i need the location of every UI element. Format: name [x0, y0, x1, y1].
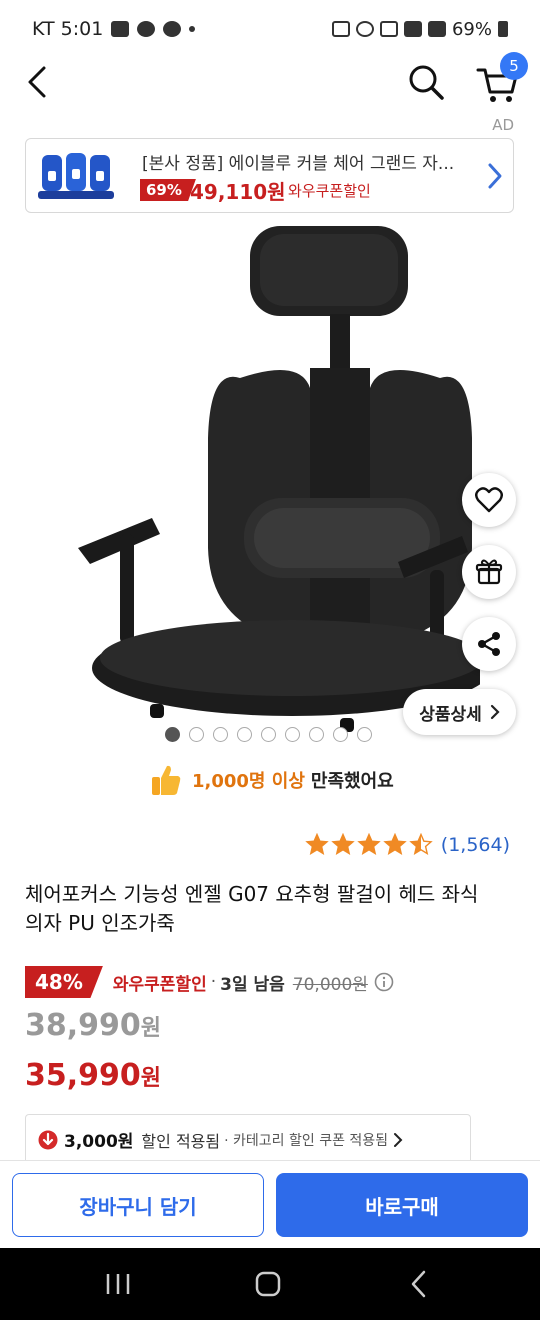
days-left: 3일 남음: [220, 974, 285, 995]
bottom-action-bar: 장바구니 담기 바로구매: [0, 1160, 540, 1248]
alarm-icon: [355, 21, 374, 37]
battery-level: 69%: [451, 18, 492, 40]
info-icon[interactable]: [374, 972, 394, 992]
carousel-dot[interactable]: [261, 727, 276, 742]
product-image-chair[interactable]: [60, 218, 480, 738]
ad-product-thumbnail: [34, 145, 118, 207]
chevron-right-icon: [394, 1132, 403, 1147]
share-button[interactable]: [462, 617, 516, 671]
gallery-notification-icon: [111, 21, 130, 37]
star-icon: [331, 833, 355, 855]
search-icon[interactable]: [406, 62, 446, 102]
back-arrow-icon[interactable]: [22, 64, 58, 100]
battery-icon: [498, 21, 508, 37]
ad-title: [본사 정품] 에이블루 커블 체어 그랜드 자...: [142, 154, 455, 174]
recent-apps-icon[interactable]: [98, 1266, 138, 1302]
discount-badge: 48%: [25, 966, 103, 998]
separator: ·: [210, 972, 217, 992]
final-price-unit: 원: [140, 1066, 162, 1091]
gift-icon: [475, 559, 503, 585]
status-bar: KT 5:01 69%: [0, 0, 540, 58]
signal-icon: [427, 21, 446, 37]
star-icon: [357, 833, 381, 855]
ad-discount-badge: 69%: [140, 179, 196, 201]
sale-price-number: 38,990: [25, 1008, 141, 1043]
rating-stars: [305, 833, 433, 857]
chevron-right-icon: [490, 704, 500, 720]
product-title: 체어포커스 기능성 엔젤 G07 요추형 팔걸이 헤드 좌식의자 PU 인조가죽: [25, 882, 479, 935]
app-header: [0, 58, 540, 106]
product-detail-button[interactable]: 상품상세: [403, 689, 516, 735]
message-notification-icon: [163, 21, 182, 37]
ad-price: 49,110원: [190, 180, 286, 204]
5g-icon: [403, 21, 422, 37]
sale-price: 38,990원: [25, 1008, 161, 1043]
gift-button[interactable]: [462, 545, 516, 599]
discount-arrow-icon: [38, 1130, 58, 1149]
nav-back-icon[interactable]: [400, 1266, 440, 1302]
add-to-cart-button[interactable]: 장바구니 담기: [12, 1173, 264, 1237]
benefit-category: · 카테고리 할인 쿠폰 적용됨: [224, 1132, 389, 1149]
star-icon: [305, 833, 329, 855]
ad-coupon-label: 와우쿠폰할인: [288, 182, 371, 200]
satisfaction-banner: 1,000명 이상 만족했어요: [150, 760, 394, 800]
clock: KT 5:01: [32, 18, 104, 40]
satisfaction-text: 만족했어요: [310, 771, 394, 792]
carousel-dot[interactable]: [189, 727, 204, 742]
home-icon[interactable]: [248, 1266, 288, 1302]
original-price: 70,000원: [292, 974, 368, 995]
carousel-dot[interactable]: [357, 727, 372, 742]
wishlist-button[interactable]: [462, 473, 516, 527]
sale-price-unit: 원: [140, 1016, 162, 1041]
more-notifications-icon: [189, 26, 196, 32]
carousel-dot[interactable]: [309, 727, 324, 742]
thumbs-up-icon: [152, 765, 181, 795]
system-nav-bar: [0, 1248, 540, 1320]
price-info-row: 48% 와우쿠폰할인 · 3일 남음 70,000원: [25, 965, 394, 999]
talk-notification-icon: [137, 21, 156, 37]
hd-icon: [379, 21, 398, 37]
buy-now-button[interactable]: 바로구매: [276, 1173, 528, 1237]
ad-label: AD: [492, 116, 514, 134]
share-icon: [478, 632, 500, 656]
cart-count-badge[interactable]: 5: [500, 52, 528, 80]
carousel-dot[interactable]: [237, 727, 252, 742]
benefit-text: 할인 적용됨: [141, 1131, 221, 1151]
carousel-dot[interactable]: [165, 727, 180, 742]
review-count[interactable]: (1,564): [441, 834, 510, 856]
coupon-benefit-box[interactable]: 3,000원 할인 적용됨 · 카테고리 할인 쿠폰 적용됨: [25, 1114, 471, 1164]
product-detail-label: 상품상세: [419, 704, 482, 725]
star-icon: [409, 833, 433, 855]
final-price: 35,990원: [25, 1058, 161, 1093]
nfc-icon: [331, 21, 350, 37]
chevron-right-icon[interactable]: [484, 161, 506, 191]
carousel-dot[interactable]: [213, 727, 228, 742]
benefit-amount: 3,000원: [64, 1132, 134, 1152]
carousel-dot[interactable]: [285, 727, 300, 742]
final-price-number: 35,990: [25, 1058, 141, 1093]
ad-banner[interactable]: [본사 정품] 에이블루 커블 체어 그랜드 자... 69% 49,110원 …: [25, 138, 514, 213]
satisfaction-highlight: 1,000명 이상: [192, 771, 305, 792]
carousel-dot[interactable]: [333, 727, 348, 742]
coupon-label: 와우쿠폰할인: [112, 974, 207, 995]
image-carousel-dots: [165, 727, 372, 742]
heart-icon: [475, 487, 503, 513]
star-icon: [383, 833, 407, 855]
rating[interactable]: (1,564): [305, 830, 510, 860]
